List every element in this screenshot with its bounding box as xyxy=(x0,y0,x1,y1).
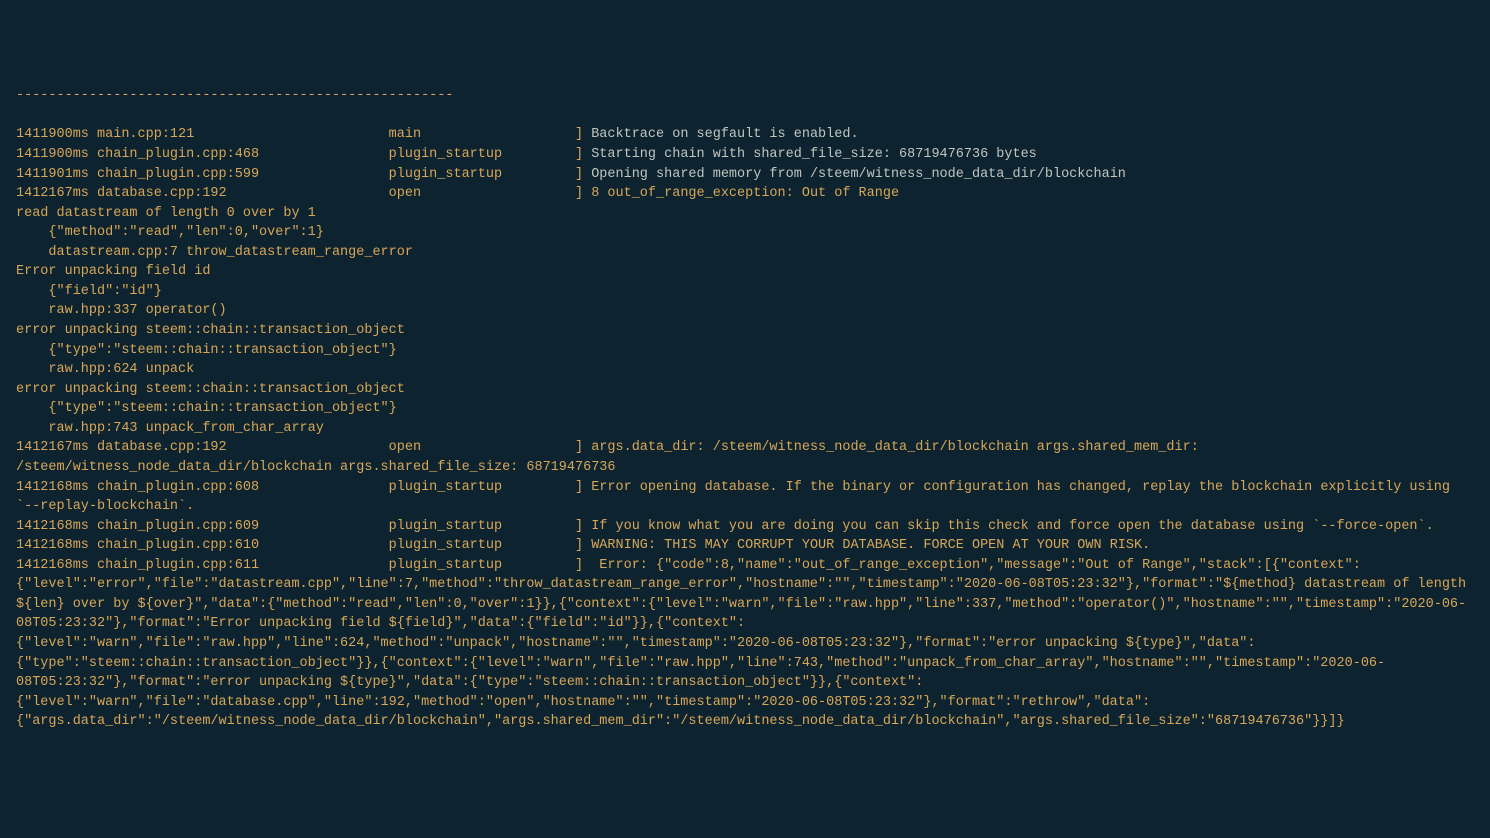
log-line: datastream.cpp:7 throw_datastream_range_… xyxy=(16,243,1474,263)
log-line: 1412168ms chain_plugin.cpp:608 plugin_st… xyxy=(16,478,1474,517)
log-message: 8 out_of_range_exception: Out of Range xyxy=(591,186,899,201)
log-prefix: 1411901ms chain_plugin.cpp:599 plugin_st… xyxy=(16,167,591,182)
separator-line: ----------------------------------------… xyxy=(16,86,1474,106)
log-line: 1412167ms database.cpp:192 open ] args.d… xyxy=(16,438,1474,477)
log-line: error unpacking steem::chain::transactio… xyxy=(16,380,1474,400)
log-line: {"field":"id"} xyxy=(16,282,1474,302)
log-line: read datastream of length 0 over by 1 xyxy=(16,204,1474,224)
log-message: Error: {"code":8,"name":"out_of_range_ex… xyxy=(16,558,1474,730)
log-line: 1411900ms chain_plugin.cpp:468 plugin_st… xyxy=(16,145,1474,165)
log-prefix: 1412168ms chain_plugin.cpp:609 plugin_st… xyxy=(16,519,591,534)
log-prefix: 1412167ms database.cpp:192 open ] xyxy=(16,440,591,455)
log-line: raw.hpp:337 operator() xyxy=(16,301,1474,321)
log-message: If you know what you are doing you can s… xyxy=(591,519,1434,534)
log-line: 1412168ms chain_plugin.cpp:610 plugin_st… xyxy=(16,536,1474,556)
log-line: raw.hpp:624 unpack xyxy=(16,360,1474,380)
terminal-output: 1411900ms main.cpp:121 main ] Backtrace … xyxy=(16,125,1474,731)
log-message: Opening shared memory from /steem/witnes… xyxy=(591,167,1126,182)
log-line: 1412168ms chain_plugin.cpp:609 plugin_st… xyxy=(16,517,1474,537)
log-line: 1412167ms database.cpp:192 open ] 8 out_… xyxy=(16,184,1474,204)
log-prefix: 1412167ms database.cpp:192 open ] xyxy=(16,186,591,201)
log-line: 1411901ms chain_plugin.cpp:599 plugin_st… xyxy=(16,165,1474,185)
log-prefix: 1412168ms chain_plugin.cpp:608 plugin_st… xyxy=(16,480,591,495)
log-message: Backtrace on segfault is enabled. xyxy=(591,127,858,142)
log-prefix: 1412168ms chain_plugin.cpp:611 plugin_st… xyxy=(16,558,591,573)
log-line: Error unpacking field id xyxy=(16,262,1474,282)
log-message: Starting chain with shared_file_size: 68… xyxy=(591,147,1037,162)
log-prefix: 1411900ms chain_plugin.cpp:468 plugin_st… xyxy=(16,147,591,162)
log-line: {"type":"steem::chain::transaction_objec… xyxy=(16,399,1474,419)
log-line: raw.hpp:743 unpack_from_char_array xyxy=(16,419,1474,439)
log-prefix: 1412168ms chain_plugin.cpp:610 plugin_st… xyxy=(16,538,591,553)
log-line: 1412168ms chain_plugin.cpp:611 plugin_st… xyxy=(16,556,1474,732)
log-prefix: 1411900ms main.cpp:121 main ] xyxy=(16,127,591,142)
log-message: WARNING: THIS MAY CORRUPT YOUR DATABASE.… xyxy=(591,538,1150,553)
log-line: {"method":"read","len":0,"over":1} xyxy=(16,223,1474,243)
log-line: {"type":"steem::chain::transaction_objec… xyxy=(16,341,1474,361)
log-line: 1411900ms main.cpp:121 main ] Backtrace … xyxy=(16,125,1474,145)
log-line: error unpacking steem::chain::transactio… xyxy=(16,321,1474,341)
